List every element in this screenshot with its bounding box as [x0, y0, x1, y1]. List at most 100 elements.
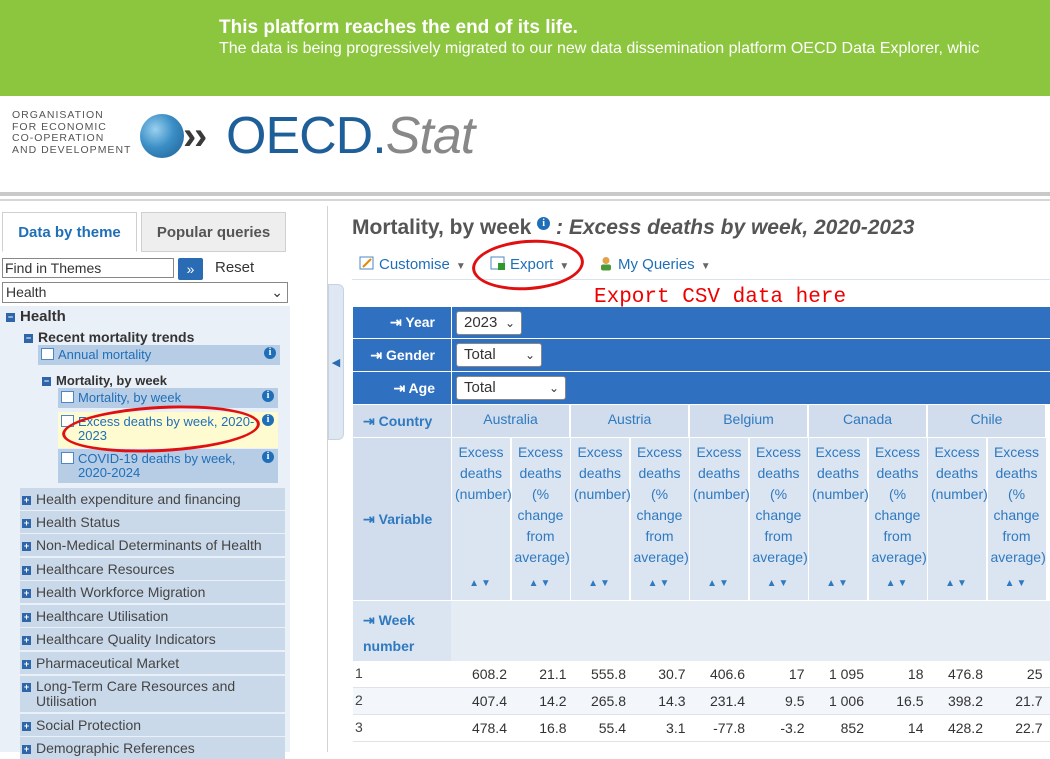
tree-item-annual-mortality[interactable]: Annual mortality i	[38, 345, 280, 365]
tree-category[interactable]: + Health Workforce Migration	[20, 581, 285, 603]
tree-category[interactable]: + Long-Term Care Resources and Utilisatio…	[20, 676, 285, 712]
info-icon[interactable]: i	[262, 390, 274, 402]
sort-arrows-icon[interactable]: ▲▼	[631, 573, 689, 594]
oecd-globe-icon	[140, 114, 184, 158]
sort-arrows-icon[interactable]: ▲▼	[809, 573, 867, 594]
dim-label-text: Gender	[385, 347, 435, 363]
tree-group-recent-mortality[interactable]: − Recent mortality trends	[24, 329, 194, 345]
tree-category[interactable]: + Healthcare Quality Indicators	[20, 628, 285, 650]
tree-subgroup-mortality-by-week[interactable]: − Mortality, by week	[42, 373, 167, 388]
sort-arrows-icon[interactable]: ▲▼	[988, 573, 1046, 594]
tree-category[interactable]: + Demographic References	[20, 737, 285, 759]
tab-data-by-theme[interactable]: Data by theme	[2, 212, 137, 252]
tree-category[interactable]: + Social Protection	[20, 714, 285, 736]
org-line: CO-OPERATION	[12, 132, 105, 144]
logo-dot: .	[372, 107, 386, 165]
tree-item-covid-deaths[interactable]: COVID-19 deaths by week, 2020-2024 i	[58, 449, 278, 483]
tree-category[interactable]: + Health Status	[20, 511, 285, 533]
value-cell: 18	[907, 666, 924, 682]
tree-category[interactable]: + Healthcare Utilisation	[20, 605, 285, 627]
variable-header-cell: Excess deaths (% change from average) ▲▼	[630, 438, 690, 600]
gender-select[interactable]: Total ⌄	[456, 343, 542, 367]
expand-icon[interactable]: +	[22, 565, 31, 575]
info-icon[interactable]: i	[262, 451, 274, 463]
tree-label: Long-Term Care Resources and Utilisation	[36, 678, 236, 709]
customise-icon	[359, 256, 374, 270]
theme-panel: Data by theme Popular queries Find in Th…	[0, 206, 328, 759]
sort-arrows-icon[interactable]: ▲▼	[452, 573, 510, 594]
find-in-themes-input[interactable]: Find in Themes	[2, 258, 174, 278]
theme-select[interactable]: Health ⌄	[2, 282, 288, 303]
pivot-icon[interactable]: ⇥	[363, 511, 379, 527]
tree-category[interactable]: + Healthcare Resources	[20, 558, 285, 580]
dim-year-label: ⇥ Year	[353, 307, 451, 338]
info-icon[interactable]: i	[262, 414, 274, 426]
week-cell: 3	[355, 719, 363, 735]
tree-category[interactable]: + Pharmaceutical Market	[20, 652, 285, 674]
dim-gender-label: ⇥ Gender	[353, 339, 451, 371]
value-cell: 476.8	[947, 666, 983, 682]
year-select-value: 2023	[464, 314, 498, 331]
search-go-button[interactable]: »	[178, 258, 203, 280]
pivot-icon[interactable]: ⇥	[363, 612, 379, 628]
toolbar: Customise ▼ Export ▼ My Queries ▼	[352, 250, 1050, 280]
chevron-down-icon: ⌄	[524, 348, 535, 362]
dim-label-text: Variable	[378, 511, 433, 527]
sort-arrows-icon[interactable]: ▲▼	[928, 573, 986, 594]
sort-arrows-icon[interactable]: ▲▼	[869, 573, 927, 594]
expand-icon[interactable]: +	[22, 682, 31, 692]
sort-arrows-icon[interactable]: ▲▼	[690, 573, 748, 594]
expand-icon[interactable]: +	[22, 588, 31, 598]
expand-icon[interactable]: +	[22, 612, 31, 622]
tree-label: Healthcare Resources	[36, 561, 175, 577]
year-select[interactable]: 2023 ⌄	[456, 311, 522, 335]
week-header: ⇥ Week number	[353, 601, 451, 661]
sort-arrows-icon[interactable]: ▲▼	[571, 573, 629, 594]
tree-label: Mortality, by week	[78, 390, 182, 405]
org-name: ORGANISATION FOR ECONOMIC CO-OPERATION A…	[12, 109, 131, 156]
sort-arrows-icon[interactable]: ▲▼	[750, 573, 808, 594]
my-queries-menu[interactable]: My Queries ▼	[598, 256, 711, 273]
pivot-icon[interactable]: ⇥	[393, 380, 408, 396]
theme-select-value: Health	[6, 284, 47, 300]
pivot-icon[interactable]: ⇥	[370, 347, 386, 363]
reset-link[interactable]: Reset	[215, 259, 254, 276]
customise-menu[interactable]: Customise ▼	[359, 256, 466, 273]
tab-popular-queries[interactable]: Popular queries	[141, 212, 286, 252]
value-cell: -3.2	[780, 720, 805, 736]
variable-label: Excess deaths (number)	[574, 444, 631, 502]
tree-label: Social Protection	[36, 717, 142, 733]
dim-label-text: Country	[378, 413, 433, 429]
age-select[interactable]: Total ⌄	[456, 376, 566, 400]
info-icon[interactable]: i	[537, 217, 551, 230]
red-annotation-circle	[470, 236, 586, 294]
tree-category[interactable]: + Non-Medical Determinants of Health	[20, 534, 285, 556]
value-cell: 1 006	[828, 693, 864, 709]
oecd-stat-logo[interactable]: OECD.Stat	[226, 107, 475, 165]
tree-category[interactable]: + Health expenditure and financing	[20, 488, 285, 510]
variable-header-cell: Excess deaths (number) ▲▼	[452, 438, 512, 600]
expand-icon[interactable]: +	[22, 635, 31, 645]
expand-icon[interactable]: +	[22, 541, 31, 551]
variable-header-cell: Excess deaths (% change from average) ▲▼	[749, 438, 809, 600]
info-icon[interactable]: i	[264, 347, 276, 359]
collapse-icon[interactable]: −	[42, 377, 51, 387]
collapse-icon[interactable]: −	[6, 312, 15, 322]
expand-icon[interactable]: +	[22, 518, 31, 528]
gender-select-value: Total	[464, 346, 496, 363]
expand-icon[interactable]: +	[22, 744, 31, 754]
value-cell: 9.5	[785, 693, 805, 709]
variable-header-cell: Excess deaths (% change from average) ▲▼	[987, 438, 1047, 600]
tree-root-health[interactable]: − Health	[6, 308, 66, 325]
country-header-cell: Belgium	[690, 405, 808, 437]
chevron-down-icon: ⌄	[504, 316, 515, 330]
expand-icon[interactable]: +	[22, 495, 31, 505]
expand-icon[interactable]: +	[22, 721, 31, 731]
collapse-icon[interactable]: −	[24, 333, 33, 343]
pivot-icon[interactable]: ⇥	[390, 314, 405, 330]
expand-icon[interactable]: +	[22, 659, 31, 669]
collapse-panel-handle[interactable]: ◀	[328, 284, 344, 440]
pivot-icon[interactable]: ⇥	[363, 413, 379, 429]
sort-arrows-icon[interactable]: ▲▼	[512, 573, 570, 594]
value-cell: 30.7	[658, 666, 686, 682]
